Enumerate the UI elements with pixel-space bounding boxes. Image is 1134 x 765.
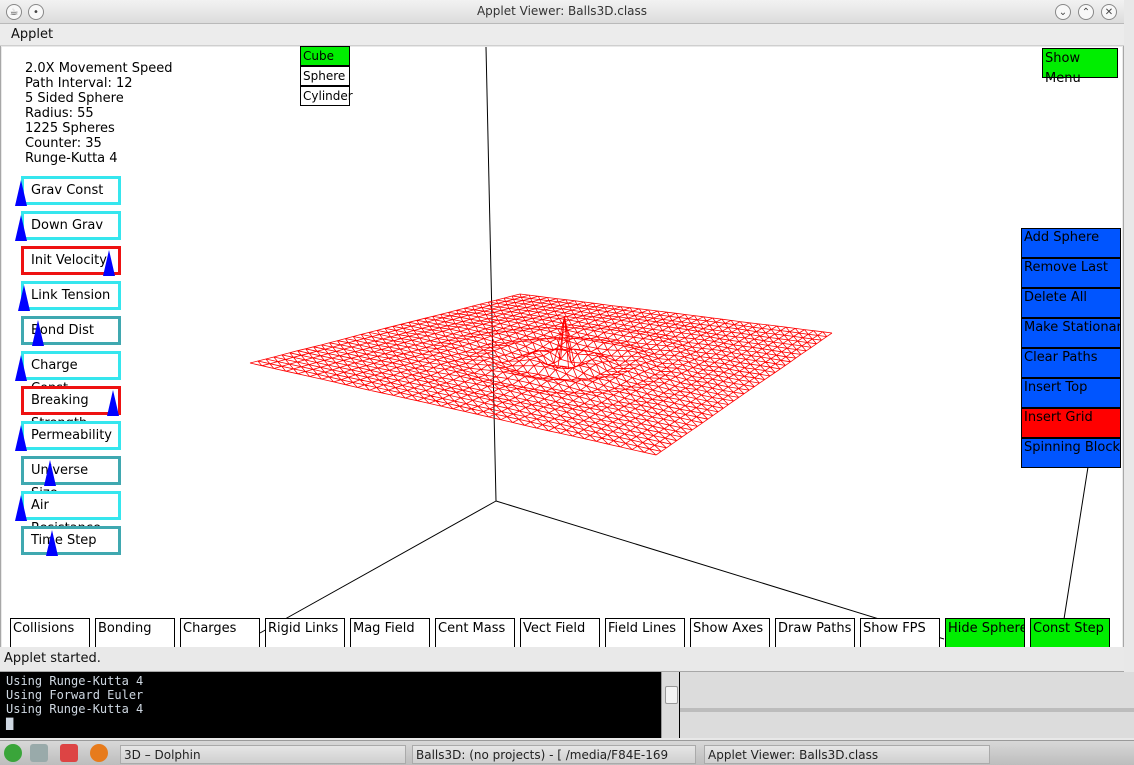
slider-thumb[interactable]: [15, 425, 27, 451]
grid-mesh: [249, 293, 833, 456]
info-counter: Counter: 35: [25, 136, 102, 151]
terminal-line: Using Forward Euler: [6, 688, 144, 702]
task-dolphin[interactable]: 3D – Dolphin: [120, 745, 406, 764]
firefox-icon[interactable]: [90, 744, 108, 762]
vect-field-toggle[interactable]: Vect Field: [520, 618, 600, 648]
maximize-icon[interactable]: ⌃: [1078, 4, 1094, 20]
shape-cube-button[interactable]: Cube: [300, 46, 350, 66]
slider-air-resistance[interactable]: Air Resistance: [21, 491, 121, 536]
slider-universe-size[interactable]: Universe Size: [21, 456, 121, 501]
red-sphere-grid: [249, 293, 833, 456]
make-stationary-button[interactable]: Make Stationary: [1021, 318, 1121, 348]
draw-paths-toggle[interactable]: Draw Paths: [775, 618, 855, 648]
axis-vertical: [485, 47, 497, 502]
slider-thumb[interactable]: [44, 460, 57, 486]
menu-connector: [1063, 466, 1089, 620]
info-speed: 2.0X Movement Speed: [25, 61, 173, 76]
insert-grid-button[interactable]: Insert Grid: [1021, 408, 1121, 438]
desktop-icon[interactable]: [30, 744, 48, 762]
start-menu-icon[interactable]: [4, 744, 22, 762]
clear-paths-button[interactable]: Clear Paths: [1021, 348, 1121, 378]
field-lines-toggle[interactable]: Field Lines: [605, 618, 685, 648]
slider-thumb[interactable]: [15, 180, 27, 206]
slider-thumb[interactable]: [15, 215, 27, 241]
menu-applet[interactable]: Applet: [11, 27, 53, 42]
mag-field-toggle[interactable]: Mag Field: [350, 618, 430, 648]
terminal-line: Using Runge-Kutta 4: [6, 702, 144, 716]
scene-svg: [249, 47, 1089, 640]
status-bar: [0, 647, 1124, 671]
terminal-line: Using Runge-Kutta 4: [6, 674, 144, 688]
slider-breaking-strength[interactable]: Breaking Strength: [21, 386, 121, 431]
show-menu-button[interactable]: Show Menu: [1042, 48, 1118, 86]
slider-thumb[interactable]: [107, 390, 119, 416]
charges-toggle[interactable]: Charges: [180, 618, 260, 648]
minimize-icon[interactable]: ⌄: [1055, 4, 1071, 20]
delete-all-button[interactable]: Delete All: [1021, 288, 1121, 318]
remove-last-button[interactable]: Remove Last: [1021, 258, 1121, 288]
menu-bar: [0, 24, 1124, 46]
background-window: [680, 672, 1134, 738]
task-balls3d-ide[interactable]: Balls3D: (no projects) - [ /media/F84E-1…: [412, 745, 696, 764]
slider-link-tension[interactable]: Link Tension: [21, 281, 121, 310]
scrollbar-thumb[interactable]: [665, 686, 678, 704]
hide-spheres-toggle[interactable]: Hide Spheres: [945, 618, 1025, 648]
cent-mass-toggle[interactable]: Cent Mass: [435, 618, 515, 648]
slider-time-step[interactable]: Time Step: [21, 526, 121, 555]
slider-thumb[interactable]: [15, 355, 27, 381]
info-radius: Radius: 55: [25, 106, 94, 121]
applet-canvas[interactable]: [2, 47, 1122, 647]
status-text: Applet started.: [4, 651, 101, 666]
collisions-toggle[interactable]: Collisions: [10, 618, 90, 648]
spinning-block-button[interactable]: Spinning Block: [1021, 438, 1121, 468]
info-path-interval: Path Interval: 12: [25, 76, 133, 91]
terminal-cursor: ▇: [6, 716, 14, 730]
slider-thumb[interactable]: [17, 285, 30, 311]
add-sphere-button[interactable]: Add Sphere: [1021, 228, 1121, 258]
slider-thumb[interactable]: [103, 250, 116, 276]
slider-down-grav[interactable]: Down Grav: [21, 211, 121, 240]
task-applet-viewer[interactable]: Applet Viewer: Balls3D.class: [704, 745, 990, 764]
axis-left: [259, 500, 497, 634]
insert-top-button[interactable]: Insert Top: [1021, 378, 1121, 408]
info-sphere-count: 1225 Spheres: [25, 121, 115, 136]
slider-thumb[interactable]: [32, 320, 45, 346]
shape-cylinder-button[interactable]: Cylinder: [300, 86, 353, 106]
apps-icon[interactable]: [60, 744, 78, 762]
background-divider: [680, 708, 1134, 712]
terminal-output: Using Runge-Kutta 4 Using Forward Euler …: [0, 672, 680, 738]
show-fps-toggle[interactable]: Show FPS: [860, 618, 940, 648]
close-icon[interactable]: ✕: [1101, 4, 1117, 20]
slider-thumb[interactable]: [46, 530, 59, 556]
rigid-links-toggle[interactable]: Rigid Links: [265, 618, 345, 648]
slider-charge-const[interactable]: Charge Const: [21, 351, 121, 396]
terminal-scrollbar[interactable]: [661, 672, 679, 738]
shape-sphere-button[interactable]: Sphere: [300, 66, 350, 86]
window-title: Applet Viewer: Balls3D.class: [476, 4, 648, 18]
info-integrator: Runge-Kutta 4: [25, 151, 118, 166]
show-axes-toggle[interactable]: Show Axes: [690, 618, 770, 648]
const-step-toggle[interactable]: Const Step: [1030, 618, 1110, 648]
slider-permeability[interactable]: Permeability: [21, 421, 121, 450]
slider-grav-const[interactable]: Grav Const: [21, 176, 121, 205]
bonding-toggle[interactable]: Bonding: [95, 618, 175, 648]
info-sphere-sides: 5 Sided Sphere: [25, 91, 124, 106]
slider-thumb[interactable]: [15, 495, 27, 521]
